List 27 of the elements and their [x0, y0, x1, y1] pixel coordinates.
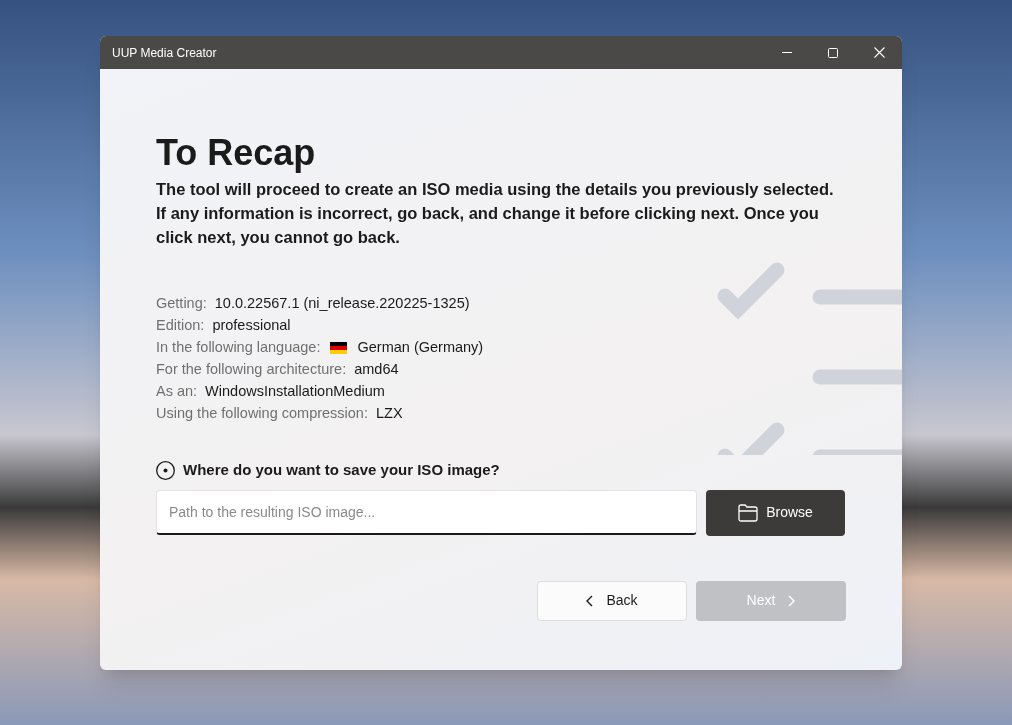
back-button[interactable]: Back: [537, 580, 687, 621]
detail-label: For the following architecture:: [156, 360, 347, 380]
disc-icon: [156, 460, 175, 480]
detail-value: LZX: [375, 404, 403, 424]
window-title: UUP Media Creator: [112, 44, 217, 62]
detail-label: In the following language:: [156, 338, 321, 358]
page-heading: To Recap: [156, 131, 316, 175]
close-icon: [873, 47, 885, 58]
folder-icon: [738, 503, 759, 522]
detail-label: Using the following compression:: [156, 404, 368, 424]
detail-value: German (Germany): [357, 338, 484, 358]
detail-value: professional: [212, 316, 291, 336]
browse-button[interactable]: Browse: [706, 489, 845, 536]
detail-label: As an:: [156, 382, 198, 402]
chevron-right-icon: [787, 594, 796, 607]
detail-label: Edition:: [156, 316, 205, 336]
detail-value: 10.0.22567.1 (ni_release.220225-1325): [214, 294, 470, 314]
chevron-left-icon: [586, 594, 595, 607]
description-text: The tool will proceed to create an ISO media using the details you previously selected. If any information is incorrect, go back, and change it before clicking next. Once you click next, you cannot go back.: [156, 179, 835, 248]
maximize-icon: [828, 47, 838, 58]
path-input-field[interactable]: Path to the resulting ISO image...: [156, 489, 697, 535]
detail-value: amd64: [354, 360, 399, 380]
flag-icon: [330, 342, 348, 354]
detail-label: Getting:: [156, 294, 207, 314]
detail-value: WindowsInstallationMedium: [205, 382, 385, 402]
minimize-icon: [782, 52, 792, 53]
save-prompt: Where do you want to save your ISO image?: [183, 460, 500, 480]
